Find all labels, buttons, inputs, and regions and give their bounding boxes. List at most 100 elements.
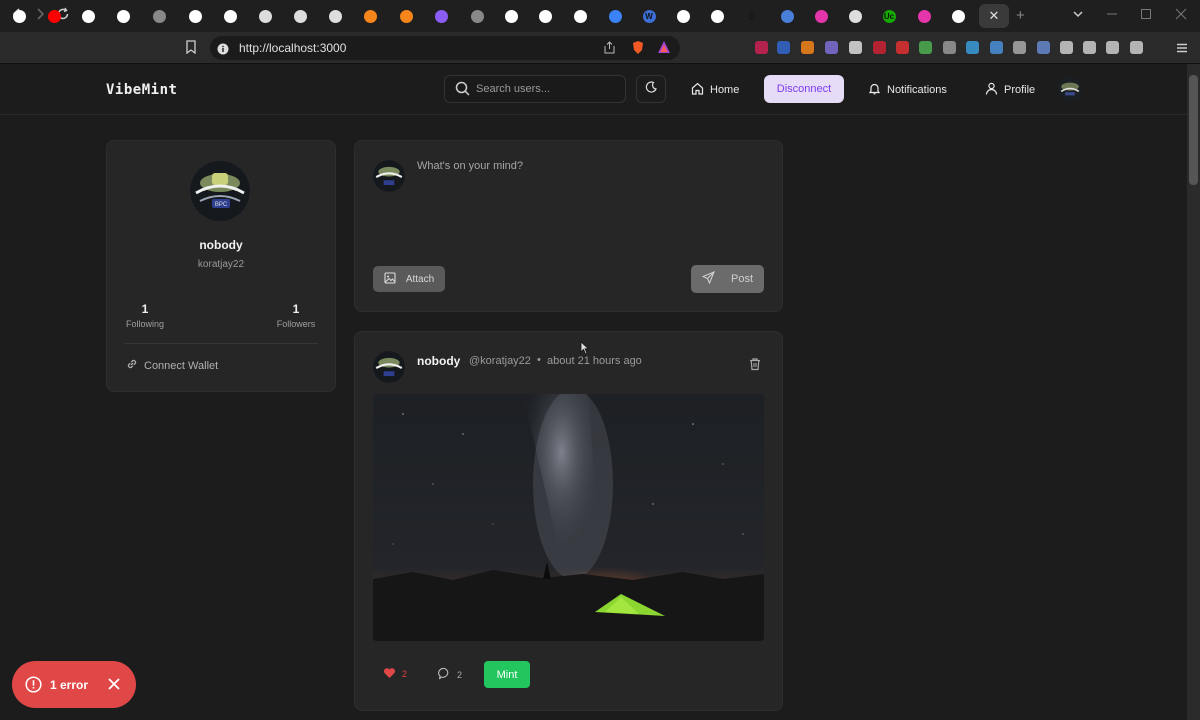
browser-tab[interactable] <box>810 6 832 26</box>
github-icon <box>223 9 237 23</box>
brave-shields-icon[interactable] <box>631 40 645 60</box>
nav-profile[interactable]: Profile <box>985 82 1035 98</box>
site-info-icon[interactable] <box>217 42 229 60</box>
browser-tab[interactable] <box>184 6 206 26</box>
tab-search-chevron-icon[interactable] <box>1072 8 1084 23</box>
like-button[interactable]: 2 <box>383 667 407 681</box>
comment-button[interactable]: 2 <box>438 667 462 682</box>
extension-icon[interactable] <box>1130 41 1143 54</box>
extension-icon[interactable] <box>777 41 790 54</box>
browser-tab[interactable] <box>219 6 241 26</box>
browser-tab[interactable] <box>776 6 798 26</box>
blue-dot-icon <box>608 9 622 23</box>
extension-icon[interactable] <box>1106 41 1119 54</box>
extension-icon[interactable] <box>919 41 932 54</box>
extension-icon[interactable] <box>943 41 956 54</box>
bookmark-icon[interactable] <box>185 40 197 57</box>
browser-tab[interactable] <box>947 6 969 26</box>
extension-icon[interactable] <box>1013 41 1026 54</box>
browser-tab[interactable] <box>8 6 30 26</box>
browser-tab[interactable] <box>672 6 694 26</box>
browser-tab[interactable] <box>430 6 452 26</box>
following-label[interactable]: Following <box>115 319 175 329</box>
theme-toggle-button[interactable] <box>636 75 666 103</box>
browser-tab[interactable] <box>569 6 591 26</box>
attach-button[interactable]: Attach <box>373 266 445 292</box>
extension-icon[interactable] <box>873 41 886 54</box>
w-icon: W <box>642 9 656 23</box>
browser-tab[interactable] <box>324 6 346 26</box>
nav-home[interactable]: Home <box>691 82 739 98</box>
browser-tab[interactable] <box>289 6 311 26</box>
browser-tab[interactable]: Uc <box>878 6 900 26</box>
graphql-icon <box>917 9 931 23</box>
user-icon <box>985 82 998 98</box>
disconnect-button[interactable]: Disconnect <box>764 75 844 103</box>
header-avatar[interactable] <box>1058 77 1082 101</box>
extension-icon[interactable] <box>990 41 1003 54</box>
extension-icon[interactable] <box>1083 41 1096 54</box>
browser-tab[interactable] <box>254 6 276 26</box>
divider <box>124 343 318 344</box>
extension-icon[interactable] <box>849 41 862 54</box>
browser-tab[interactable] <box>466 6 488 26</box>
mouse-cursor-icon <box>580 341 590 355</box>
post-author-name[interactable]: nobody <box>417 354 460 368</box>
following-count[interactable]: 1 <box>115 302 175 316</box>
extension-icon[interactable] <box>896 41 909 54</box>
mint-button[interactable]: Mint <box>484 661 530 688</box>
extension-icon[interactable] <box>1060 41 1073 54</box>
extension-icon[interactable] <box>755 41 768 54</box>
search-input[interactable] <box>476 81 616 97</box>
url-text[interactable]: http://localhost:3000 <box>239 41 346 55</box>
browser-tab[interactable] <box>148 6 170 26</box>
maximize-icon[interactable] <box>1140 8 1152 23</box>
dash-icon <box>470 9 484 23</box>
metamask-icon <box>363 9 377 23</box>
new-tab-button[interactable]: + <box>1016 7 1025 24</box>
connect-wallet-link[interactable]: Connect Wallet <box>126 358 218 373</box>
profile-avatar[interactable]: BPC <box>190 161 250 221</box>
browser-tab[interactable] <box>500 6 522 26</box>
triangle-icon <box>258 9 272 23</box>
close-icon[interactable] <box>107 677 121 691</box>
browser-tab[interactable] <box>534 6 556 26</box>
extension-icon[interactable] <box>966 41 979 54</box>
post-author-avatar[interactable] <box>373 351 405 383</box>
post-composer-input[interactable] <box>417 160 757 250</box>
browser-tab[interactable] <box>359 6 381 26</box>
extension-icon[interactable] <box>801 41 814 54</box>
extension-icon[interactable] <box>1037 41 1050 54</box>
active-tab[interactable]: ✕ <box>979 4 1009 28</box>
browser-tab[interactable]: D <box>741 6 763 26</box>
brand-logo[interactable]: VibeMint <box>106 82 177 98</box>
browser-tab[interactable] <box>395 6 417 26</box>
post-author-handle[interactable]: @koratjay22 <box>469 355 531 367</box>
nav-notifications[interactable]: Notifications <box>868 82 947 98</box>
extension-icon[interactable] <box>825 41 838 54</box>
post-button[interactable]: Post <box>691 265 764 293</box>
followers-count[interactable]: 1 <box>266 302 326 316</box>
window-close-icon[interactable] <box>1175 8 1187 23</box>
browser-tab[interactable] <box>77 6 99 26</box>
browser-tab[interactable] <box>913 6 935 26</box>
minimize-icon[interactable] <box>1106 8 1118 23</box>
scrollbar-thumb[interactable] <box>1189 75 1198 185</box>
trash-icon[interactable] <box>748 357 762 371</box>
brave-rewards-icon[interactable] <box>657 40 671 59</box>
browser-tab[interactable] <box>844 6 866 26</box>
profile-name[interactable]: nobody <box>106 238 336 252</box>
post-image[interactable] <box>373 394 764 641</box>
share-icon[interactable] <box>603 41 616 59</box>
browser-tab[interactable] <box>112 6 134 26</box>
triangle-icon <box>293 9 307 23</box>
error-toast-text[interactable]: 1 error <box>50 678 88 692</box>
browser-tab[interactable]: W <box>638 6 660 26</box>
browser-tab[interactable] <box>43 6 65 26</box>
browser-tab[interactable] <box>604 6 626 26</box>
dash-icon <box>152 9 166 23</box>
browser-tab[interactable] <box>706 6 728 26</box>
followers-label[interactable]: Followers <box>266 319 326 329</box>
close-tab-icon[interactable]: ✕ <box>989 8 1000 24</box>
menu-icon[interactable] <box>1176 41 1188 59</box>
